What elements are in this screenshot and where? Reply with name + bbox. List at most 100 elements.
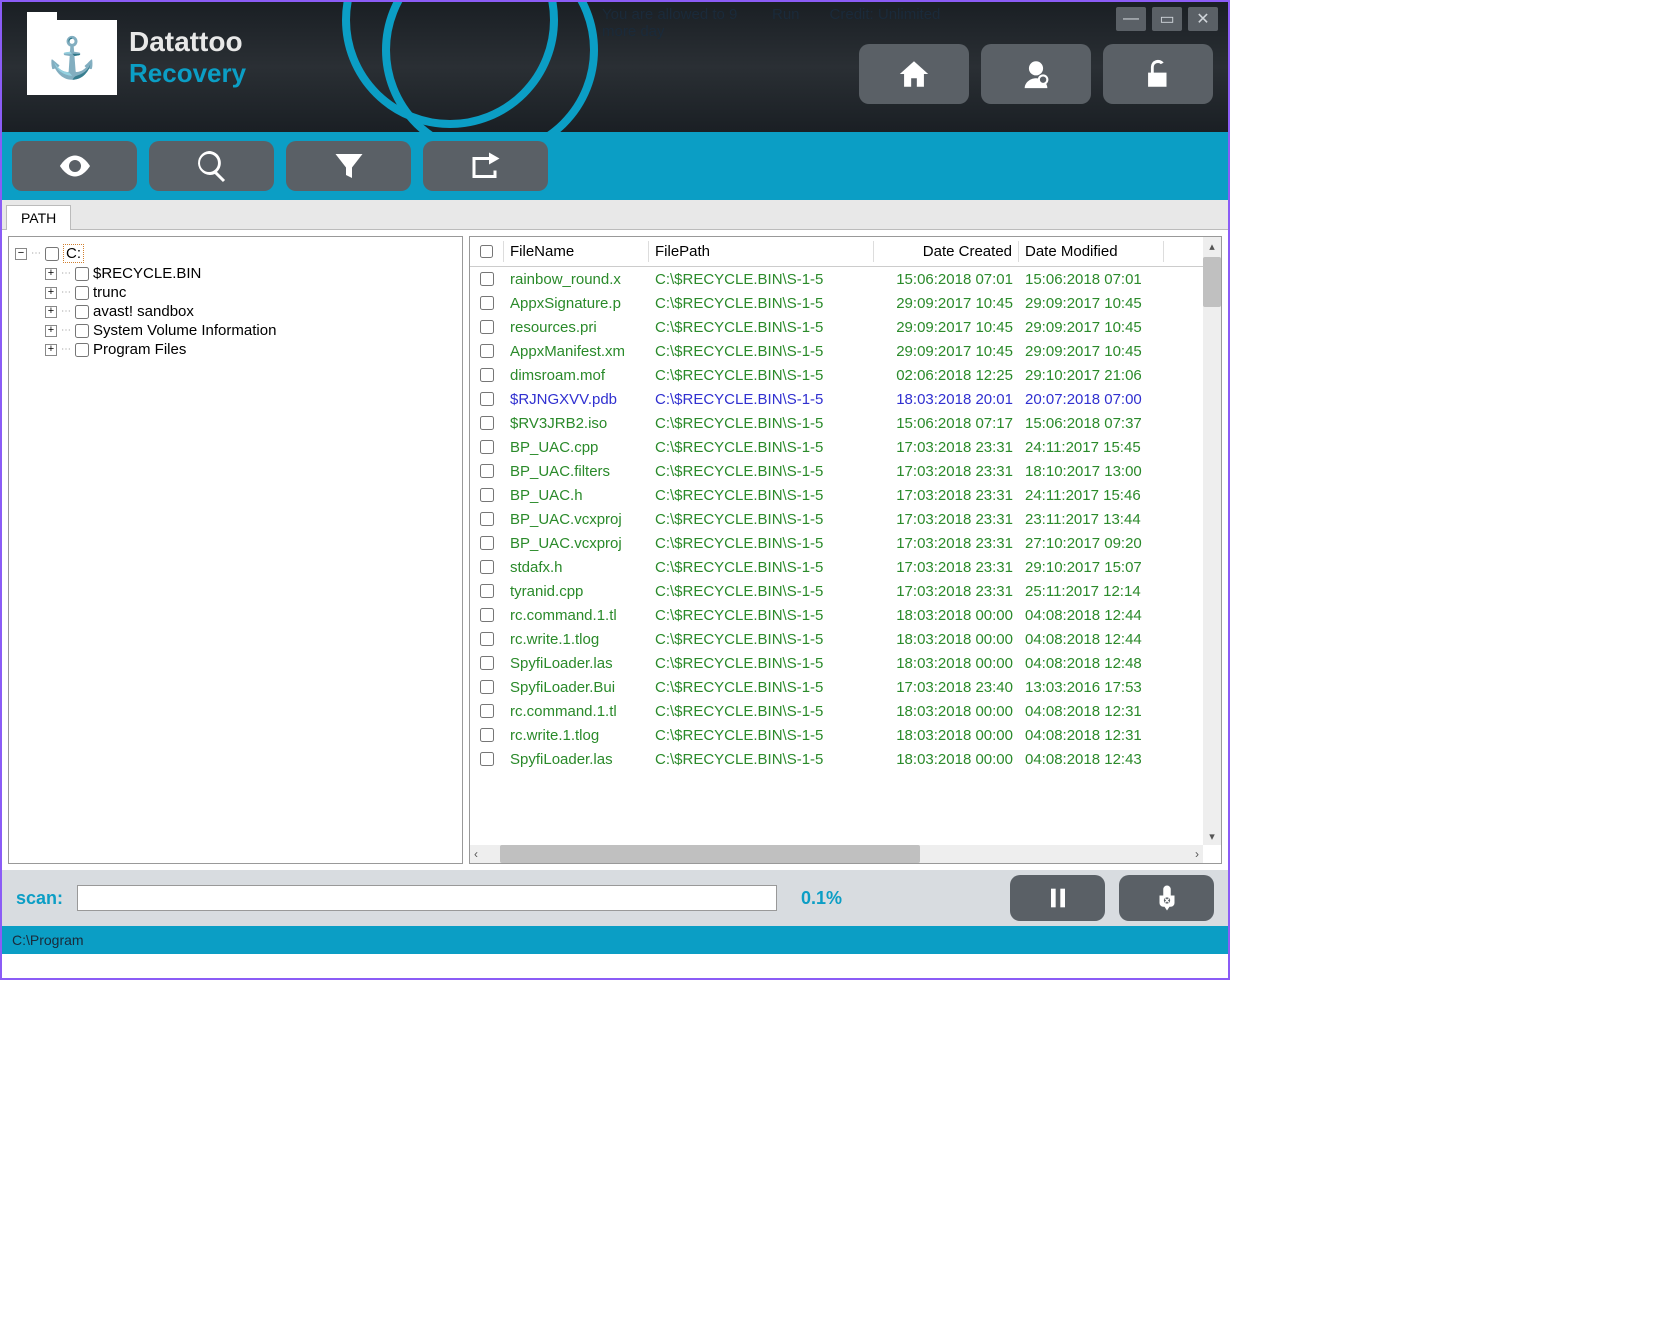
unlock-button[interactable] bbox=[1103, 44, 1213, 104]
expand-icon[interactable]: + bbox=[45, 287, 57, 299]
table-row[interactable]: resources.priC:\$RECYCLE.BIN\S-1-529:09:… bbox=[470, 315, 1221, 339]
row-checkbox[interactable] bbox=[480, 752, 494, 766]
vertical-scrollbar[interactable]: ▴ ▾ bbox=[1203, 237, 1221, 845]
table-row[interactable]: rc.write.1.tlogC:\$RECYCLE.BIN\S-1-518:0… bbox=[470, 627, 1221, 651]
filter-button[interactable] bbox=[286, 141, 411, 191]
cell-filename: stdafx.h bbox=[504, 559, 649, 576]
row-checkbox[interactable] bbox=[480, 488, 494, 502]
tree-label[interactable]: System Volume Information bbox=[93, 322, 276, 339]
cell-filepath: C:\$RECYCLE.BIN\S-1-5 bbox=[649, 439, 874, 456]
row-checkbox[interactable] bbox=[480, 272, 494, 286]
row-checkbox[interactable] bbox=[480, 536, 494, 550]
cell-created: 18:03:2018 00:00 bbox=[874, 703, 1019, 720]
cell-modified: 04:08:2018 12:31 bbox=[1019, 703, 1164, 720]
tree-label[interactable]: avast! sandbox bbox=[93, 303, 194, 320]
col-filename[interactable]: FileName bbox=[504, 241, 649, 262]
table-row[interactable]: dimsroam.mofC:\$RECYCLE.BIN\S-1-502:06:2… bbox=[470, 363, 1221, 387]
table-row[interactable]: AppxManifest.xmC:\$RECYCLE.BIN\S-1-529:0… bbox=[470, 339, 1221, 363]
list-body[interactable]: rainbow_round.xC:\$RECYCLE.BIN\S-1-515:0… bbox=[470, 267, 1221, 863]
table-row[interactable]: rc.write.1.tlogC:\$RECYCLE.BIN\S-1-518:0… bbox=[470, 723, 1221, 747]
row-checkbox[interactable] bbox=[480, 632, 494, 646]
row-checkbox[interactable] bbox=[480, 368, 494, 382]
horizontal-scrollbar[interactable]: ‹ › bbox=[470, 845, 1203, 863]
export-button[interactable] bbox=[423, 141, 548, 191]
table-row[interactable]: BP_UAC.filtersC:\$RECYCLE.BIN\S-1-517:03… bbox=[470, 459, 1221, 483]
expand-icon[interactable]: + bbox=[45, 325, 57, 337]
close-button[interactable]: ✕ bbox=[1188, 7, 1218, 31]
scroll-left-icon[interactable]: ‹ bbox=[474, 847, 478, 861]
row-checkbox[interactable] bbox=[480, 416, 494, 430]
tree-label[interactable]: $RECYCLE.BIN bbox=[93, 265, 201, 282]
scroll-right-icon[interactable]: › bbox=[1195, 847, 1199, 861]
table-row[interactable]: AppxSignature.pC:\$RECYCLE.BIN\S-1-529:0… bbox=[470, 291, 1221, 315]
expand-icon[interactable]: + bbox=[45, 306, 57, 318]
preview-button[interactable] bbox=[12, 141, 137, 191]
tree-label[interactable]: Program Files bbox=[93, 341, 186, 358]
table-row[interactable]: SpyfiLoader.lasC:\$RECYCLE.BIN\S-1-518:0… bbox=[470, 651, 1221, 675]
row-checkbox[interactable] bbox=[480, 608, 494, 622]
row-checkbox[interactable] bbox=[480, 656, 494, 670]
scroll-thumb[interactable] bbox=[1203, 257, 1221, 307]
tab-path[interactable]: PATH bbox=[6, 205, 71, 230]
expand-icon[interactable]: + bbox=[45, 344, 57, 356]
tree-node[interactable]: +⋯System Volume Information bbox=[45, 321, 456, 340]
table-row[interactable]: BP_UAC.vcxprojC:\$RECYCLE.BIN\S-1-517:03… bbox=[470, 507, 1221, 531]
tree-label[interactable]: trunc bbox=[93, 284, 126, 301]
pause-button[interactable] bbox=[1010, 875, 1105, 921]
table-row[interactable]: tyranid.cppC:\$RECYCLE.BIN\S-1-517:03:20… bbox=[470, 579, 1221, 603]
tree-root-label[interactable]: C: bbox=[63, 244, 84, 263]
search-button[interactable] bbox=[149, 141, 274, 191]
table-row[interactable]: SpyfiLoader.BuiC:\$RECYCLE.BIN\S-1-517:0… bbox=[470, 675, 1221, 699]
hscroll-thumb[interactable] bbox=[500, 845, 920, 863]
home-button[interactable] bbox=[859, 44, 969, 104]
select-all-checkbox[interactable] bbox=[480, 245, 493, 258]
row-checkbox[interactable] bbox=[480, 296, 494, 310]
table-row[interactable]: SpyfiLoader.lasC:\$RECYCLE.BIN\S-1-518:0… bbox=[470, 747, 1221, 771]
col-created[interactable]: Date Created bbox=[874, 241, 1019, 262]
tree-node[interactable]: +⋯Program Files bbox=[45, 340, 456, 359]
row-checkbox[interactable] bbox=[480, 680, 494, 694]
row-checkbox[interactable] bbox=[480, 560, 494, 574]
tree-checkbox[interactable] bbox=[75, 343, 89, 357]
col-filepath[interactable]: FilePath bbox=[649, 241, 874, 262]
tree-node[interactable]: +⋯avast! sandbox bbox=[45, 302, 456, 321]
table-row[interactable]: BP_UAC.hC:\$RECYCLE.BIN\S-1-517:03:2018 … bbox=[470, 483, 1221, 507]
tree-checkbox[interactable] bbox=[75, 324, 89, 338]
maximize-button[interactable]: ▭ bbox=[1152, 7, 1182, 31]
row-checkbox[interactable] bbox=[480, 344, 494, 358]
row-checkbox[interactable] bbox=[480, 512, 494, 526]
collapse-icon[interactable]: − bbox=[15, 248, 27, 260]
row-checkbox[interactable] bbox=[480, 440, 494, 454]
support-button[interactable] bbox=[981, 44, 1091, 104]
col-modified[interactable]: Date Modified bbox=[1019, 241, 1164, 262]
table-row[interactable]: BP_UAC.cppC:\$RECYCLE.BIN\S-1-517:03:201… bbox=[470, 435, 1221, 459]
table-row[interactable]: $RV3JRB2.isoC:\$RECYCLE.BIN\S-1-515:06:2… bbox=[470, 411, 1221, 435]
minimize-button[interactable]: — bbox=[1116, 7, 1146, 31]
table-row[interactable]: $RJNGXVV.pdbC:\$RECYCLE.BIN\S-1-518:03:2… bbox=[470, 387, 1221, 411]
scroll-down-icon[interactable]: ▾ bbox=[1203, 827, 1221, 845]
tree-checkbox[interactable] bbox=[75, 267, 89, 281]
scroll-up-icon[interactable]: ▴ bbox=[1203, 237, 1221, 255]
table-row[interactable]: stdafx.hC:\$RECYCLE.BIN\S-1-517:03:2018 … bbox=[470, 555, 1221, 579]
table-row[interactable]: rainbow_round.xC:\$RECYCLE.BIN\S-1-515:0… bbox=[470, 267, 1221, 291]
tree-checkbox[interactable] bbox=[45, 247, 59, 261]
table-row[interactable]: BP_UAC.vcxprojC:\$RECYCLE.BIN\S-1-517:03… bbox=[470, 531, 1221, 555]
row-checkbox[interactable] bbox=[480, 704, 494, 718]
row-checkbox[interactable] bbox=[480, 320, 494, 334]
row-checkbox[interactable] bbox=[480, 584, 494, 598]
row-checkbox[interactable] bbox=[480, 464, 494, 478]
table-row[interactable]: rc.command.1.tlC:\$RECYCLE.BIN\S-1-518:0… bbox=[470, 603, 1221, 627]
stop-button[interactable] bbox=[1119, 875, 1214, 921]
tree-checkbox[interactable] bbox=[75, 305, 89, 319]
tree-panel[interactable]: − ⋯ C: +⋯$RECYCLE.BIN+⋯trunc+⋯avast! san… bbox=[8, 236, 463, 864]
cell-modified: 29:10:2017 21:06 bbox=[1019, 367, 1164, 384]
tree-node[interactable]: +⋯trunc bbox=[45, 283, 456, 302]
tree-checkbox[interactable] bbox=[75, 286, 89, 300]
expand-icon[interactable]: + bbox=[45, 268, 57, 280]
tree-root[interactable]: − ⋯ C: bbox=[15, 243, 456, 264]
row-checkbox[interactable] bbox=[480, 728, 494, 742]
table-row[interactable]: rc.command.1.tlC:\$RECYCLE.BIN\S-1-518:0… bbox=[470, 699, 1221, 723]
row-checkbox[interactable] bbox=[480, 392, 494, 406]
cell-filepath: C:\$RECYCLE.BIN\S-1-5 bbox=[649, 463, 874, 480]
tree-node[interactable]: +⋯$RECYCLE.BIN bbox=[45, 264, 456, 283]
